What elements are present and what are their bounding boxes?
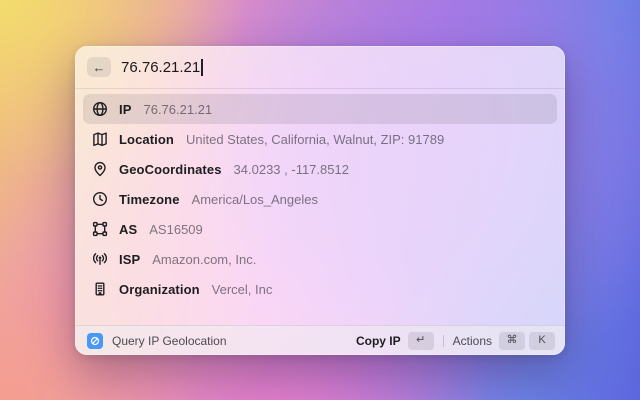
- actions-button[interactable]: Actions: [453, 334, 492, 348]
- row-value: Amazon.com, Inc.: [152, 251, 257, 267]
- search-bar: ← 76.76.21.21: [75, 46, 565, 88]
- extension-name: Query IP Geolocation: [112, 333, 227, 348]
- footer-divider: [442, 334, 444, 347]
- search-input[interactable]: 76.76.21.21: [121, 58, 203, 76]
- pin-icon: [92, 161, 108, 177]
- result-list: IP 76.76.21.21 Location United States, C…: [75, 89, 565, 325]
- map-icon: [92, 131, 108, 147]
- row-label: Organization: [119, 281, 200, 297]
- clock-icon: [92, 191, 108, 207]
- enter-key-icon: ↵: [407, 331, 434, 350]
- vector-square-icon: [92, 221, 108, 237]
- row-value: AS16509: [149, 221, 203, 237]
- extension-icon: [87, 332, 103, 349]
- list-item-geocoordinates[interactable]: GeoCoordinates 34.0233 , -117.8512: [83, 154, 557, 184]
- list-item-ip[interactable]: IP 76.76.21.21: [83, 94, 557, 124]
- row-value: America/Los_Angeles: [191, 191, 318, 207]
- copy-ip-button[interactable]: Copy IP: [356, 334, 401, 348]
- text-caret: [201, 58, 203, 76]
- row-label: AS: [119, 221, 138, 237]
- row-value: United States, California, Walnut, ZIP: …: [185, 131, 445, 147]
- globe-icon: [92, 101, 108, 117]
- row-value: Vercel, Inc: [211, 281, 273, 297]
- building-icon: [92, 281, 108, 297]
- back-arrow-icon: ←: [92, 59, 106, 75]
- action-bar: Query IP Geolocation Copy IP ↵ Actions ⌘…: [75, 325, 565, 355]
- search-input-value: 76.76.21.21: [121, 58, 201, 76]
- list-item-organization[interactable]: Organization Vercel, Inc: [83, 274, 557, 304]
- row-label: ISP: [119, 251, 141, 267]
- row-label: Timezone: [119, 191, 180, 207]
- back-button[interactable]: ←: [87, 57, 111, 77]
- row-label: IP: [119, 101, 132, 117]
- list-item-location[interactable]: Location United States, California, Waln…: [83, 124, 557, 154]
- row-value: 76.76.21.21: [143, 101, 213, 117]
- launcher-window: ← 76.76.21.21 IP 76.76.21.21 Location Un…: [75, 46, 565, 355]
- list-item-isp[interactable]: ISP Amazon.com, Inc.: [83, 244, 557, 274]
- list-item-timezone[interactable]: Timezone America/Los_Angeles: [83, 184, 557, 214]
- row-value: 34.0233 , -117.8512: [233, 161, 349, 177]
- row-label: Location: [119, 131, 174, 147]
- k-key-icon: K: [529, 331, 555, 350]
- command-key-icon: ⌘: [499, 331, 525, 350]
- broadcast-icon: [92, 251, 108, 267]
- row-label: GeoCoordinates: [119, 161, 222, 177]
- list-item-as[interactable]: AS AS16509: [83, 214, 557, 244]
